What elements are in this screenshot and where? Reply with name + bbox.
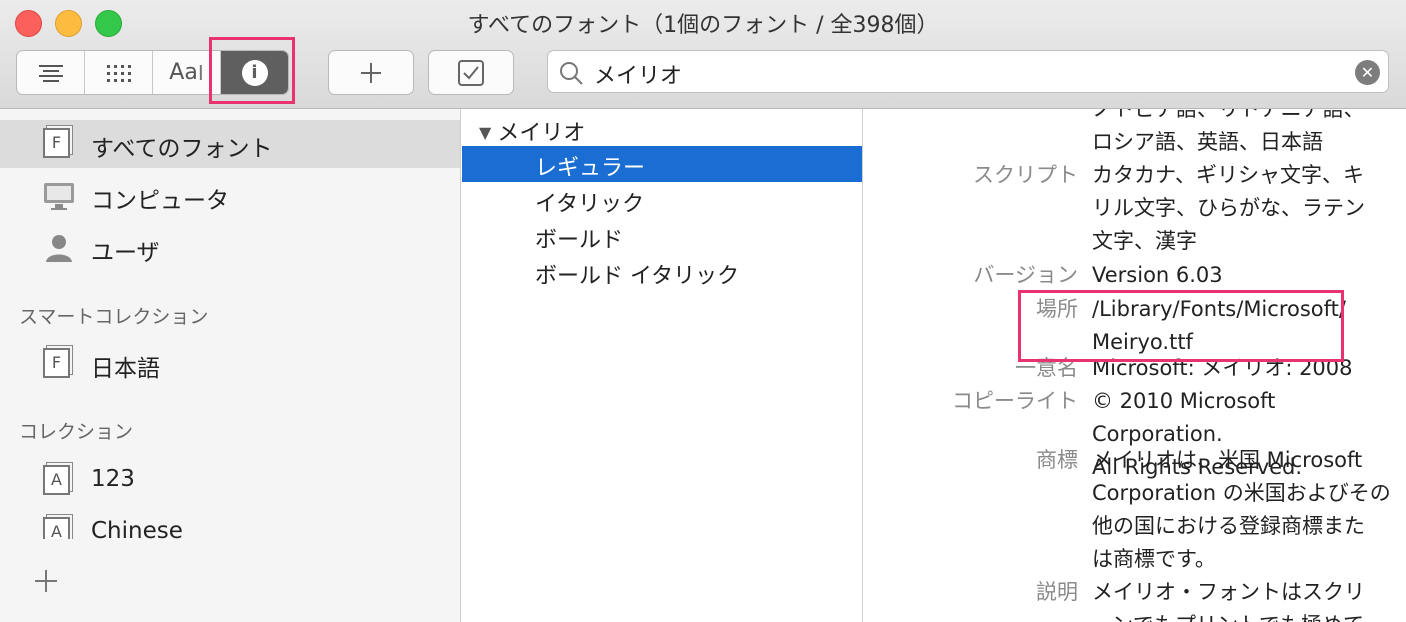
- font-face-label: イタリック: [535, 192, 645, 217]
- font-info-pane: ノトピア語、リトアニア語、ロシア語、英語、日本語 スクリプト カタカナ、ギリシャ…: [864, 109, 1406, 622]
- font-family-row[interactable]: ▼ メイリオ: [479, 115, 585, 147]
- font-collection-icon: F: [43, 128, 75, 160]
- sidebar: F すべてのフォント コンピュータ ユーザ スマートコレクション F 日本語 コ…: [0, 109, 461, 622]
- font-face-row[interactable]: ボールド イタリック: [462, 254, 862, 290]
- info-value-line: カタカナ、ギリシャ文字、キ: [1092, 163, 1364, 187]
- font-face-row[interactable]: レギュラー: [462, 146, 862, 182]
- checkbox-icon: [458, 59, 484, 86]
- sidebar-item-label: Chinese: [91, 518, 183, 539]
- search-field[interactable]: メイリオ ✕: [547, 50, 1389, 93]
- info-value-line: リル文字、ひらがな、ラテン: [1092, 196, 1365, 220]
- sidebar-item-all-fonts[interactable]: F すべてのフォント: [0, 120, 460, 168]
- add-font-button[interactable]: [328, 50, 414, 95]
- info-value-line: 文字、漢字: [1092, 229, 1197, 253]
- sidebar-item-computer[interactable]: コンピュータ: [0, 172, 460, 220]
- smart-collections-heading: スマートコレクション: [19, 306, 209, 328]
- list-view-button[interactable]: [17, 51, 85, 94]
- font-face-row[interactable]: イタリック: [462, 182, 862, 218]
- collection-icon: A: [43, 517, 75, 539]
- list-icon: [38, 64, 63, 82]
- sidebar-item-label: すべてのフォント: [91, 136, 273, 162]
- computer-icon: [43, 180, 75, 212]
- sidebar-item-label: 日本語: [91, 356, 160, 382]
- info-value-line: Version 6.03: [1092, 263, 1223, 287]
- sample-text-icon: Aa: [169, 60, 198, 85]
- add-collection-button[interactable]: [33, 564, 59, 602]
- info-key: バージョン: [973, 263, 1078, 287]
- sidebar-item-123[interactable]: A 123: [0, 457, 460, 505]
- sidebar-item-japanese[interactable]: F 日本語: [0, 340, 460, 388]
- info-value-line: ノトピア語、リトアニア語、: [1092, 109, 1365, 121]
- user-icon: [43, 232, 75, 264]
- info-key: 説明: [1036, 580, 1078, 604]
- font-face-label: ボールド: [535, 228, 624, 253]
- sidebar-item-label: 123: [91, 466, 135, 492]
- collections-heading: コレクション: [19, 421, 134, 443]
- info-value-line: ーンでもプリントでも極めて: [1092, 609, 1392, 622]
- info-value-line: © 2010 Microsoft Corporation.: [1092, 389, 1276, 446]
- info-key: スクリプト: [973, 163, 1078, 187]
- validate-font-button[interactable]: [428, 50, 514, 95]
- sidebar-item-label: コンピュータ: [91, 188, 229, 214]
- location-highlight: [1018, 290, 1344, 362]
- plus-icon: [35, 570, 57, 592]
- sidebar-item-label: ユーザ: [91, 240, 160, 266]
- search-icon: [560, 62, 583, 85]
- info-value-line: 他の国における登録商標また: [1092, 514, 1365, 538]
- info-value-line: ロシア語、英語、日本語: [1092, 130, 1323, 154]
- info-key: 商標: [1036, 448, 1078, 472]
- clear-search-icon[interactable]: ✕: [1355, 60, 1380, 85]
- info-button-highlight: [209, 37, 295, 104]
- grid-view-button[interactable]: [85, 51, 153, 94]
- smart-collection-icon: F: [43, 348, 75, 380]
- window-title: すべてのフォント（1個のフォント / 全398個）: [467, 13, 939, 38]
- info-value-line: メイリオは、米国 Microsoft: [1092, 448, 1363, 472]
- plus-icon: [361, 62, 381, 83]
- info-value-line: Corporation の米国およびその: [1092, 481, 1391, 505]
- sidebar-item-user[interactable]: ユーザ: [0, 224, 460, 272]
- info-key: コピーライト: [952, 389, 1078, 413]
- font-face-row[interactable]: ボールド: [462, 218, 862, 254]
- search-input-value[interactable]: メイリオ: [594, 58, 682, 90]
- font-family-name: メイリオ: [497, 121, 586, 146]
- sidebar-item-chinese[interactable]: A Chinese: [0, 509, 460, 539]
- info-value-line: メイリオ・フォントはスクリ: [1092, 580, 1365, 604]
- font-face-label: ボールド イタリック: [535, 264, 740, 289]
- font-face-label: レギュラー: [535, 156, 646, 181]
- collection-icon: A: [43, 465, 75, 497]
- info-value-line: は商標です。: [1092, 547, 1216, 571]
- grid-icon: [106, 64, 131, 82]
- disclosure-triangle-icon[interactable]: ▼: [479, 123, 491, 142]
- font-list-pane: ▼ メイリオ レギュラー イタリック ボールド ボールド イタリック: [462, 109, 863, 622]
